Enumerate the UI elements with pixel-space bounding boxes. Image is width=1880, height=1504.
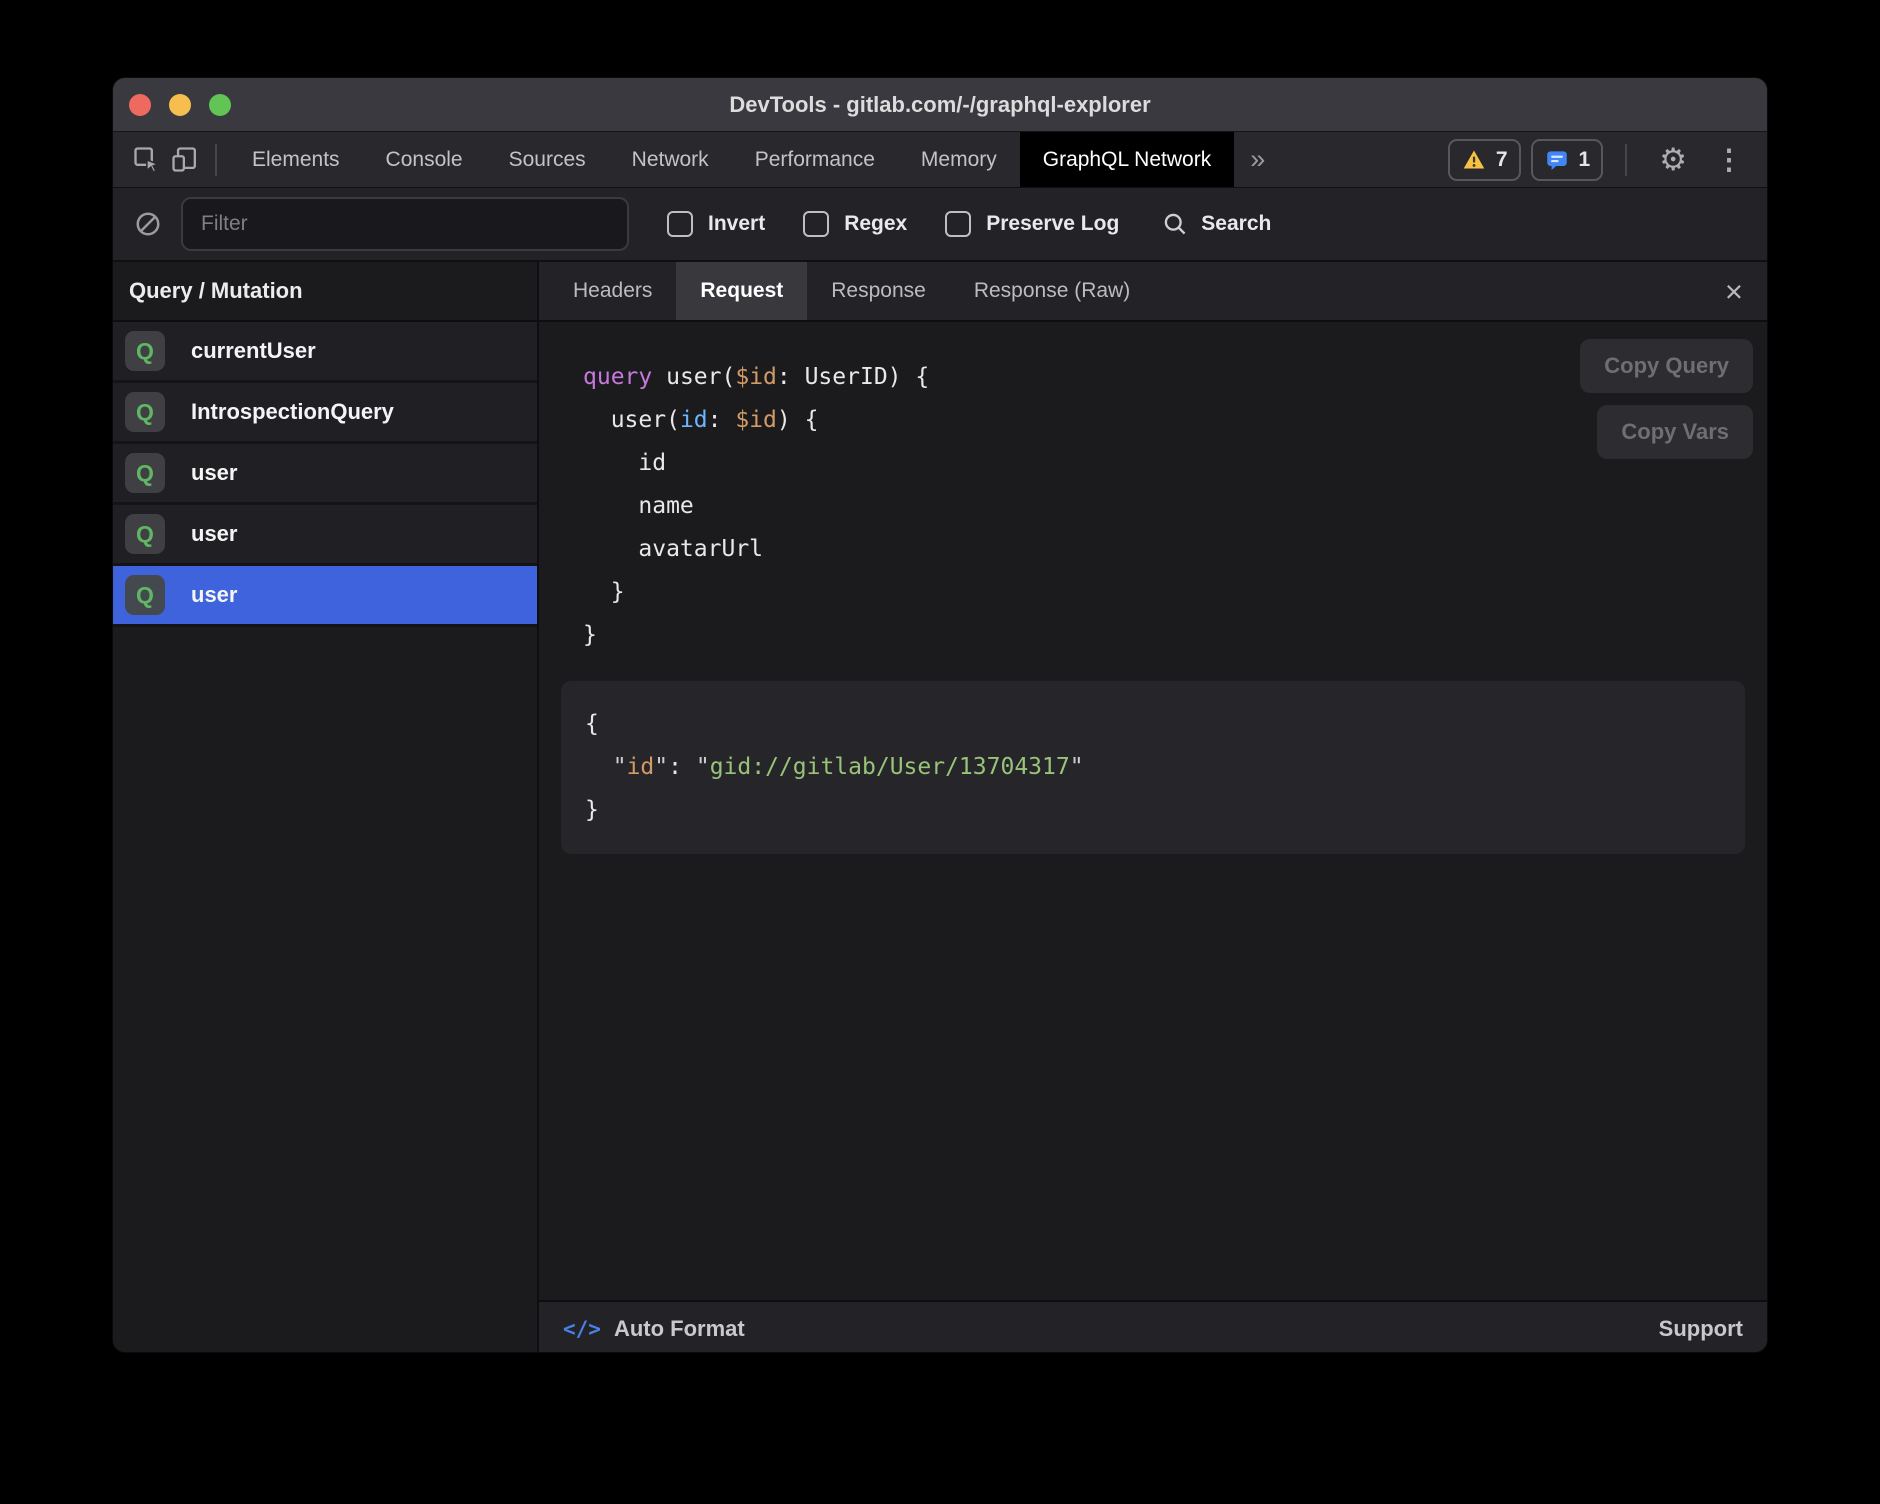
support-link[interactable]: Support: [1659, 1316, 1743, 1342]
detail-tab-bar: Headers Request Response Response (Raw) …: [539, 262, 1767, 322]
copy-buttons: Copy Query Copy Vars: [1580, 339, 1753, 459]
warnings-badge[interactable]: 7: [1448, 139, 1521, 181]
query-list-sidebar: Query / Mutation Q currentUser Q Introsp…: [113, 262, 539, 1352]
query-name: user: [191, 582, 237, 608]
warning-icon: [1461, 147, 1487, 173]
tab-headers[interactable]: Headers: [549, 262, 676, 320]
warnings-count: 7: [1496, 148, 1508, 172]
tab-console[interactable]: Console: [363, 132, 486, 187]
devtools-toolbar: Elements Console Sources Network Perform…: [113, 132, 1767, 188]
query-name: user: [191, 460, 237, 486]
issues-count: 1: [1579, 148, 1591, 172]
copy-query-button[interactable]: Copy Query: [1580, 339, 1753, 393]
tab-elements[interactable]: Elements: [229, 132, 363, 187]
tab-network[interactable]: Network: [609, 132, 732, 187]
detail-footer: </> Auto Format Support: [539, 1300, 1767, 1352]
close-window-button[interactable]: [129, 94, 151, 116]
auto-format-toggle[interactable]: </> Auto Format: [563, 1316, 745, 1342]
query-variables-code: { "id": "gid://gitlab/User/13704317"}: [585, 703, 1721, 832]
tab-response-raw[interactable]: Response (Raw): [950, 262, 1154, 320]
graphql-panel: Query / Mutation Q currentUser Q Introsp…: [113, 262, 1767, 1352]
device-toolbar-icon[interactable]: [165, 141, 203, 179]
query-name: IntrospectionQuery: [191, 399, 394, 425]
titlebar: DevTools - gitlab.com/-/graphql-explorer: [113, 78, 1767, 132]
invert-checkbox[interactable]: [667, 211, 693, 237]
filter-bar: Invert Regex Preserve Log Search: [113, 188, 1767, 262]
tab-response[interactable]: Response: [807, 262, 950, 320]
window-title: DevTools - gitlab.com/-/graphql-explorer: [729, 92, 1150, 118]
preserve-log-checkbox[interactable]: [945, 211, 971, 237]
list-item[interactable]: Q currentUser: [113, 322, 537, 380]
tab-memory[interactable]: Memory: [898, 132, 1020, 187]
query-type-badge: Q: [125, 575, 165, 615]
query-type-badge: Q: [125, 514, 165, 554]
regex-label: Regex: [844, 212, 907, 236]
toolbar-separator: [1625, 144, 1627, 176]
invert-label: Invert: [708, 212, 765, 236]
regex-checkbox[interactable]: [803, 211, 829, 237]
tab-performance[interactable]: Performance: [732, 132, 898, 187]
more-tabs-button[interactable]: »: [1234, 144, 1281, 175]
invert-checkbox-group[interactable]: Invert: [667, 211, 765, 237]
tab-graphql-network[interactable]: GraphQL Network: [1020, 132, 1234, 187]
inspect-element-icon[interactable]: [127, 141, 165, 179]
query-type-badge: Q: [125, 331, 165, 371]
search-label: Search: [1201, 212, 1271, 236]
preserve-log-label: Preserve Log: [986, 212, 1119, 236]
traffic-lights: [129, 94, 231, 116]
search-button[interactable]: Search: [1161, 210, 1271, 238]
tab-request[interactable]: Request: [676, 262, 807, 320]
message-icon: [1544, 147, 1570, 173]
query-list-header: Query / Mutation: [113, 262, 537, 322]
close-icon[interactable]: ×: [1725, 276, 1743, 307]
issues-badge[interactable]: 1: [1531, 139, 1604, 181]
kebab-menu-icon[interactable]: ⋮: [1707, 143, 1751, 176]
list-item-selected[interactable]: Q user: [113, 566, 537, 624]
query-name: user: [191, 521, 237, 547]
query-list: Q currentUser Q IntrospectionQuery Q use…: [113, 322, 537, 627]
query-variables-box: { "id": "gid://gitlab/User/13704317"}: [561, 681, 1745, 854]
devtools-window: DevTools - gitlab.com/-/graphql-explorer…: [113, 78, 1767, 1352]
request-detail-panel: Headers Request Response Response (Raw) …: [539, 262, 1767, 1352]
query-name: currentUser: [191, 338, 316, 364]
search-icon: [1161, 210, 1189, 238]
fullscreen-window-button[interactable]: [209, 94, 231, 116]
auto-format-label: Auto Format: [614, 1316, 745, 1342]
query-type-badge: Q: [125, 392, 165, 432]
copy-vars-button[interactable]: Copy Vars: [1597, 405, 1753, 459]
code-brackets-icon: </>: [563, 1317, 601, 1341]
list-item[interactable]: Q IntrospectionQuery: [113, 383, 537, 441]
toolbar-right-controls: 7 1 ⚙ ⋮: [1448, 139, 1767, 181]
minimize-window-button[interactable]: [169, 94, 191, 116]
toolbar-separator: [215, 144, 217, 176]
request-body: query user($id: UserID) { user(id: $id) …: [539, 322, 1767, 1300]
clear-log-icon[interactable]: [129, 205, 167, 243]
settings-gear-icon[interactable]: ⚙: [1649, 142, 1697, 178]
query-type-badge: Q: [125, 453, 165, 493]
tab-sources[interactable]: Sources: [486, 132, 609, 187]
regex-checkbox-group[interactable]: Regex: [803, 211, 907, 237]
preserve-log-checkbox-group[interactable]: Preserve Log: [945, 211, 1119, 237]
filter-input[interactable]: [181, 197, 629, 251]
list-item[interactable]: Q user: [113, 505, 537, 563]
list-item[interactable]: Q user: [113, 444, 537, 502]
